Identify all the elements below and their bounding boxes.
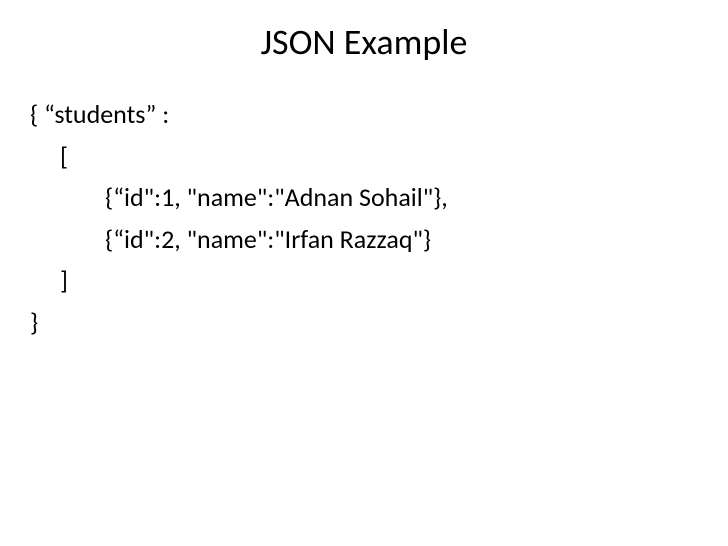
- code-line-3: {“id":1, "name":"Adnan Sohail"},: [30, 177, 698, 219]
- code-example: { “students” : [ {“id":1, "name":"Adnan …: [30, 94, 698, 344]
- code-line-5: ]: [30, 260, 698, 302]
- code-line-4: {“id":2, "name":"Irfan Razzaq"}: [30, 219, 698, 261]
- code-line-2: [: [30, 136, 698, 178]
- code-line-6: }: [30, 302, 698, 344]
- slide-title: JSON Example: [30, 20, 698, 64]
- code-line-1: { “students” :: [30, 94, 698, 136]
